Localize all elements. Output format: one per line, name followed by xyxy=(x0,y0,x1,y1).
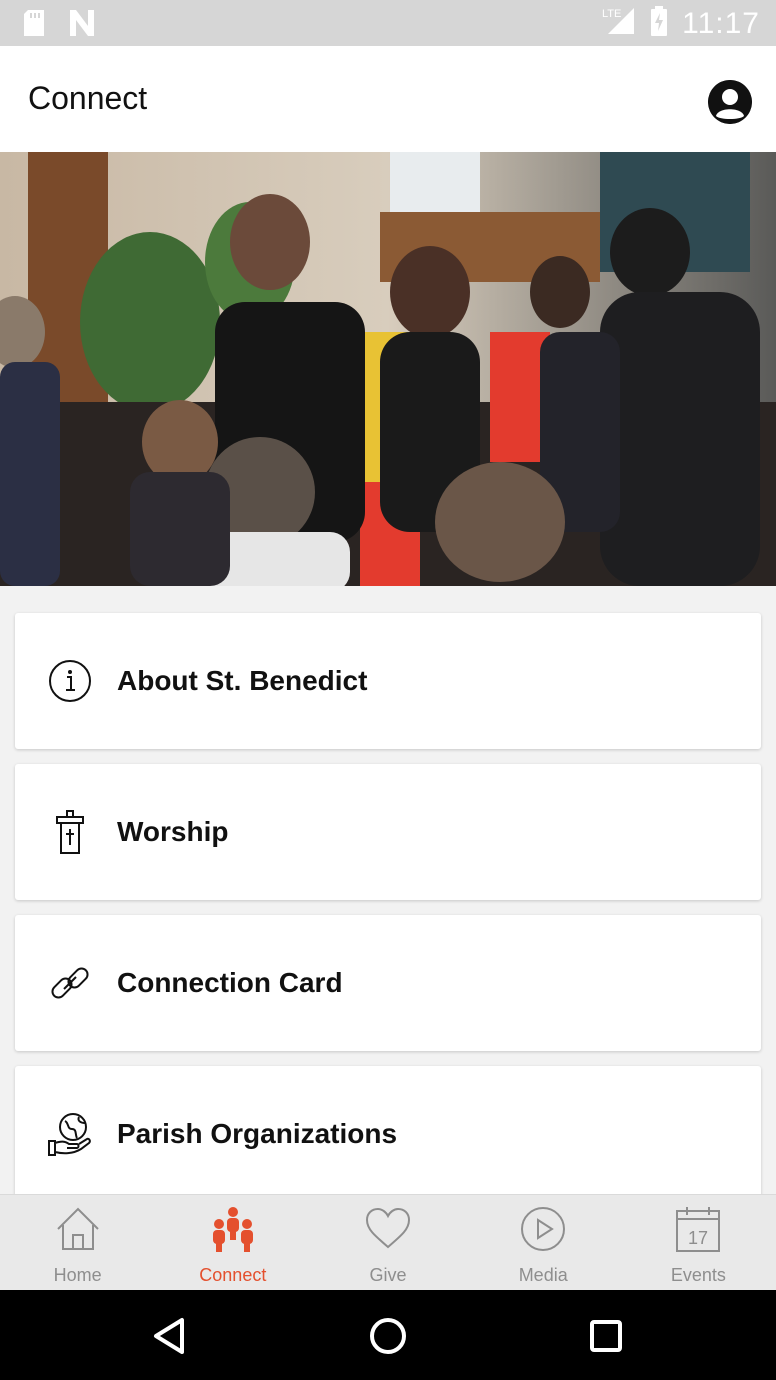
status-bar: LTE 11:17 xyxy=(0,0,776,46)
globe-hand-icon xyxy=(47,1111,93,1157)
back-button[interactable] xyxy=(148,1314,192,1358)
tab-home[interactable]: Home xyxy=(0,1195,155,1290)
menu-item-label: Parish Organizations xyxy=(117,1118,398,1149)
network-type-label: LTE xyxy=(602,8,621,20)
home-nav-button[interactable] xyxy=(366,1314,410,1358)
tab-label: Media xyxy=(518,1265,568,1285)
calendar-day: 17 xyxy=(688,1228,708,1248)
calendar-icon: 17 xyxy=(676,1207,721,1252)
menu-item-label: Worship xyxy=(117,816,229,847)
people-icon xyxy=(212,1207,253,1252)
play-circle-icon xyxy=(521,1207,566,1251)
back-icon xyxy=(154,1318,184,1354)
link-icon xyxy=(47,960,93,1006)
app-header: Connect xyxy=(0,46,776,152)
menu-list: About St. Benedict Worship Connection Ca… xyxy=(0,586,776,1194)
home-icon xyxy=(56,1207,99,1250)
page-title: Connect xyxy=(28,80,148,116)
tab-label: Give xyxy=(369,1265,407,1285)
notification-n-icon xyxy=(68,10,96,41)
tab-give[interactable]: Give xyxy=(310,1195,465,1290)
altar-cross-icon xyxy=(47,809,93,855)
hero-image xyxy=(0,152,776,586)
menu-item-worship[interactable]: Worship xyxy=(15,764,761,900)
bottom-tab-bar: Home Connect Give Media 17 Events xyxy=(0,1194,776,1290)
tab-media[interactable]: Media xyxy=(466,1195,621,1290)
menu-item-connection-card[interactable]: Connection Card xyxy=(15,915,761,1051)
menu-item-about[interactable]: About St. Benedict xyxy=(15,613,761,749)
menu-item-label: Connection Card xyxy=(117,967,343,998)
menu-item-parish-organizations[interactable]: Parish Organizations xyxy=(15,1066,761,1194)
system-nav-bar xyxy=(0,1290,776,1380)
status-time: 11:17 xyxy=(682,6,760,40)
heart-icon xyxy=(365,1207,411,1249)
signal-icon: LTE xyxy=(602,6,636,41)
tab-events[interactable]: 17 Events xyxy=(621,1195,776,1290)
tab-label: Connect xyxy=(199,1265,267,1285)
sd-card-icon xyxy=(22,10,46,41)
info-icon xyxy=(47,658,93,704)
profile-icon[interactable] xyxy=(708,80,752,124)
home-circle-icon xyxy=(370,1318,406,1354)
tab-label: Events xyxy=(670,1265,726,1285)
tab-label: Home xyxy=(53,1265,102,1285)
battery-charging-icon xyxy=(650,6,668,41)
tab-connect[interactable]: Connect xyxy=(155,1195,310,1290)
recents-button[interactable] xyxy=(584,1314,628,1358)
recents-icon xyxy=(590,1320,622,1352)
menu-item-label: About St. Benedict xyxy=(117,665,368,696)
